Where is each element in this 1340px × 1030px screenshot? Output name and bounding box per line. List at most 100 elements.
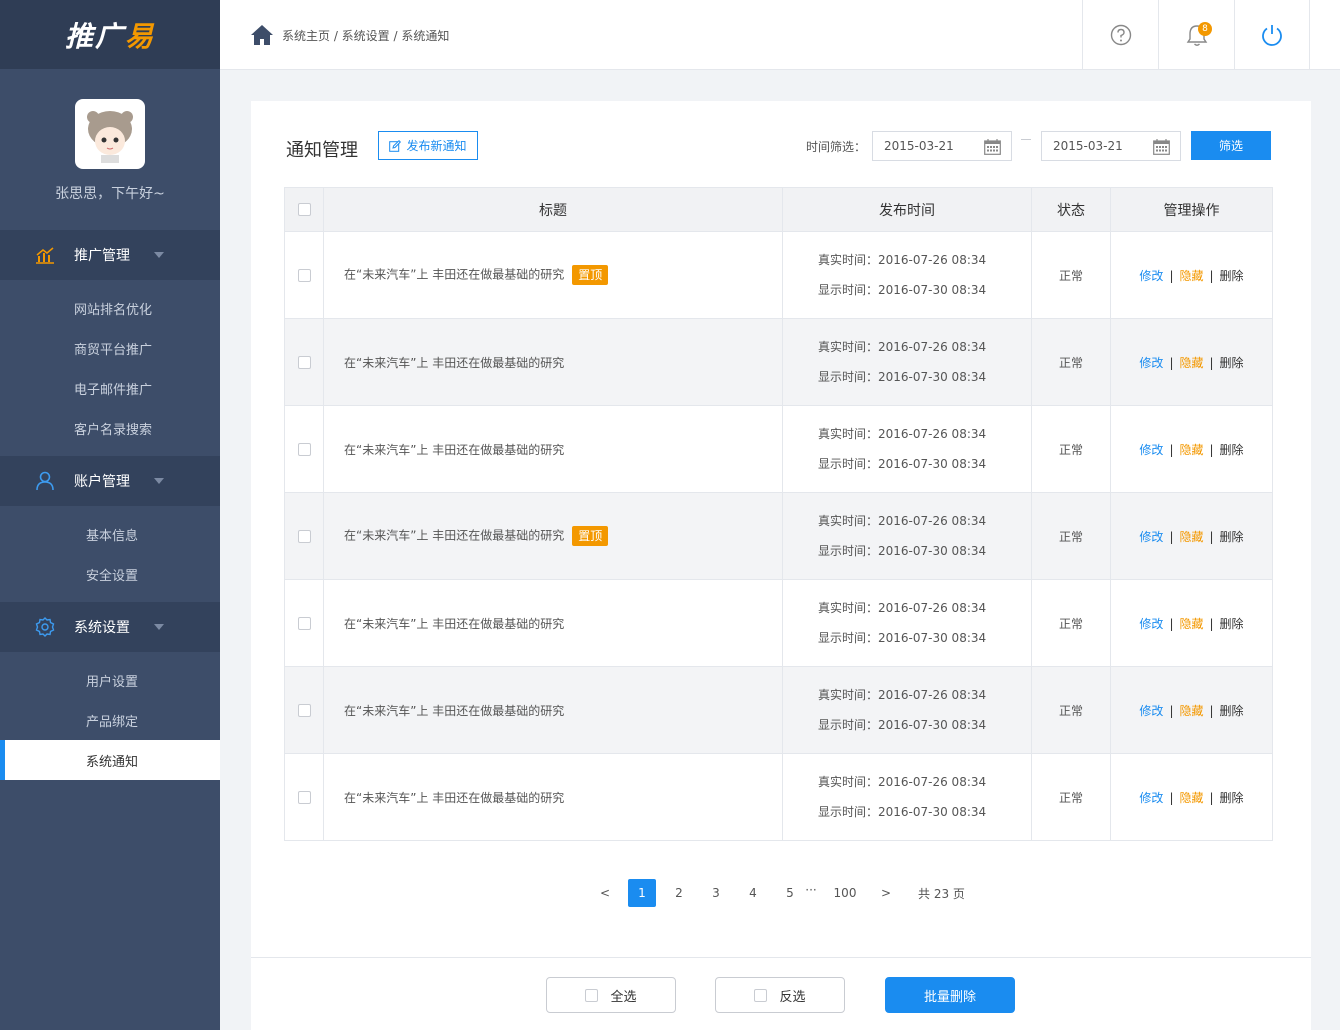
batch-delete-button[interactable]: 批量删除 [885,977,1015,1013]
sidebar-item-customer-search[interactable]: 客户名录搜索 [0,408,220,448]
date-to-input[interactable]: 2015-03-21 [1041,131,1181,161]
notice-title[interactable]: 在“未来汽车”上 丰田还在做最基础的研究 [344,704,564,718]
edit-link[interactable]: 修改 [1139,443,1163,457]
breadcrumb-text[interactable]: 系统主页 / 系统设置 / 系统通知 [282,27,449,44]
hide-link[interactable]: 隐藏 [1179,704,1203,718]
row-checkbox[interactable] [297,530,311,543]
home-icon[interactable] [250,24,274,46]
invert-selection-button[interactable]: 反选 [715,977,845,1013]
delete-link[interactable]: 删除 [1220,356,1244,370]
hide-link[interactable]: 隐藏 [1179,443,1203,457]
nav-group-account[interactable]: 账户管理 [0,456,220,506]
ops-separator: | [1169,268,1174,283]
hide-link[interactable]: 隐藏 [1179,269,1203,283]
sidebar-item-trade-platform[interactable]: 商贸平台推广 [0,328,220,368]
notice-title[interactable]: 在“未来汽车”上 丰田还在做最基础的研究 [344,443,564,457]
title-cell: 在“未来汽车”上 丰田还在做最基础的研究 [323,753,783,841]
nav-group-system[interactable]: 系统设置 [0,602,220,652]
logo[interactable]: 推广易 [0,0,220,69]
page-5-button[interactable]: 5 [776,879,804,907]
time-cell: 真实时间：2016-07-26 08:34 显示时间：2016-07-30 08:… [782,318,1032,406]
hide-link[interactable]: 隐藏 [1179,791,1203,805]
date-from-value: 2015-03-21 [884,139,954,153]
row-select-cell [284,231,324,319]
notification-button[interactable]: 8 [1158,0,1234,70]
edit-link[interactable]: 修改 [1139,269,1163,283]
delete-link[interactable]: 删除 [1220,791,1244,805]
row-checkbox[interactable] [297,443,311,456]
main-panel: 通知管理 发布新通知 时间筛选： 2015-03-21 2015-03-21 筛… [251,101,1311,1030]
row-select-cell [284,318,324,406]
table-row: 在“未来汽车”上 丰田还在做最基础的研究 真实时间：2016-07-26 08:3… [284,753,1273,841]
show-time: 显示时间：2016-07-30 08:34 [818,457,987,471]
sidebar-item-basic-info[interactable]: 基本信息 [0,514,220,554]
row-checkbox[interactable] [297,791,311,804]
nav-group-title: 账户管理 [74,474,130,490]
sidebar-item-security[interactable]: 安全设置 [0,554,220,594]
delete-link[interactable]: 删除 [1220,269,1244,283]
ops-cell: 修改 | 隐藏 | 删除 [1110,405,1273,493]
date-from-input[interactable]: 2015-03-21 [872,131,1012,161]
date-separator [1021,139,1031,140]
logo-text: 推广易 [64,19,156,53]
invert-label: 反选 [779,988,806,1004]
row-checkbox[interactable] [297,617,311,630]
hide-link[interactable]: 隐藏 [1179,356,1203,370]
page-3-button[interactable]: 3 [702,879,730,907]
edit-link[interactable]: 修改 [1139,791,1163,805]
title-cell: 在“未来汽车”上 丰田还在做最基础的研究 [323,405,783,493]
avatar[interactable] [75,99,145,169]
column-header-title: 标题 [323,187,783,232]
sidebar-item-email[interactable]: 电子邮件推广 [0,368,220,408]
gear-icon [34,616,56,638]
sidebar-item-system-notice[interactable]: 系统通知 [0,740,220,780]
edit-link[interactable]: 修改 [1139,704,1163,718]
notice-title[interactable]: 在“未来汽车”上 丰田还在做最基础的研究 [344,617,564,631]
nav-group-promotion[interactable]: 推广管理 [0,230,220,280]
sidebar-item-seo[interactable]: 网站排名优化 [0,288,220,328]
ops-separator: | [1169,616,1174,631]
notice-title[interactable]: 在“未来汽车”上 丰田还在做最基础的研究 [344,529,564,543]
ops-cell: 修改 | 隐藏 | 删除 [1110,753,1273,841]
sidebar-item-product-binding[interactable]: 产品绑定 [0,700,220,740]
hide-link[interactable]: 隐藏 [1179,530,1203,544]
delete-link[interactable]: 删除 [1220,443,1244,457]
edit-link[interactable]: 修改 [1139,617,1163,631]
ops-separator: | [1209,616,1214,631]
edit-link[interactable]: 修改 [1139,356,1163,370]
notice-title[interactable]: 在“未来汽车”上 丰田还在做最基础的研究 [344,356,564,370]
real-time: 真实时间：2016-07-26 08:34 [818,775,987,789]
title-cell: 在“未来汽车”上 丰田还在做最基础的研究 [323,318,783,406]
next-page-button[interactable]: > [872,879,900,907]
page-1-button[interactable]: 1 [628,879,656,907]
delete-link[interactable]: 删除 [1220,617,1244,631]
page-4-button[interactable]: 4 [739,879,767,907]
delete-link[interactable]: 删除 [1220,704,1244,718]
status-cell: 正常 [1031,753,1111,841]
select-all-button[interactable]: 全选 [546,977,676,1013]
prev-page-button[interactable]: < [591,879,619,907]
page-100-button[interactable]: 100 [827,879,863,907]
hide-link[interactable]: 隐藏 [1179,617,1203,631]
row-checkbox[interactable] [297,269,311,282]
row-checkbox[interactable] [297,356,311,369]
row-checkbox[interactable] [297,704,311,717]
edit-link[interactable]: 修改 [1139,530,1163,544]
row-select-cell [284,579,324,667]
show-time: 显示时间：2016-07-30 08:34 [818,718,987,732]
logout-button[interactable] [1234,0,1310,70]
notification-badge: 8 [1198,22,1212,36]
time-cell: 真实时间：2016-07-26 08:34 显示时间：2016-07-30 08:… [782,405,1032,493]
sidebar-item-user-settings[interactable]: 用户设置 [0,660,220,700]
delete-link[interactable]: 删除 [1220,530,1244,544]
filter-button[interactable]: 筛选 [1191,131,1271,160]
select-all-checkbox[interactable] [297,203,311,216]
page-2-button[interactable]: 2 [665,879,693,907]
notice-title[interactable]: 在“未来汽车”上 丰田还在做最基础的研究 [344,791,564,805]
ops-separator: | [1169,442,1174,457]
help-button[interactable] [1082,0,1158,70]
column-header-ops: 管理操作 [1110,187,1273,232]
notice-title[interactable]: 在“未来汽车”上 丰田还在做最基础的研究 [344,268,564,282]
publish-notice-button[interactable]: 发布新通知 [378,131,478,160]
time-cell: 真实时间：2016-07-26 08:34 显示时间：2016-07-30 08:… [782,666,1032,754]
